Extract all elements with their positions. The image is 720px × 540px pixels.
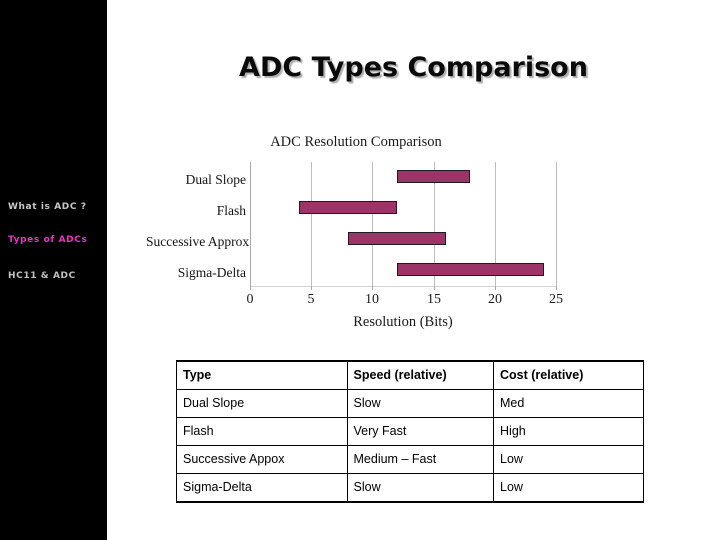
table-header-type: Type xyxy=(176,360,348,390)
adc-resolution-chart: ADC Resolution Comparison Dual Slope Fla… xyxy=(146,130,590,335)
bar-successive-approx xyxy=(348,232,446,245)
chart-category-label-dual-slope: Dual Slope xyxy=(185,172,246,187)
plot-area: 0 5 10 15 20 25 Resolution (Bits) xyxy=(247,162,563,330)
xtick-label-10: 10 xyxy=(365,292,379,307)
gridline-25 xyxy=(556,162,557,286)
bar-flash xyxy=(299,201,397,214)
x-axis-title: Resolution (Bits) xyxy=(353,314,453,330)
xtick-20 xyxy=(495,286,496,290)
cell-speed: Very Fast xyxy=(346,417,495,446)
gridline-5 xyxy=(311,162,312,286)
cell-speed: Slow xyxy=(346,473,495,503)
xtick-label-0: 0 xyxy=(246,292,254,307)
table-row: Successive Appox Medium – Fast Low xyxy=(176,445,644,474)
xtick-10 xyxy=(372,286,373,290)
xtick-label-15: 15 xyxy=(427,292,441,307)
xtick-25 xyxy=(556,286,557,290)
table-header-row: Type Speed (relative) Cost (relative) xyxy=(176,360,644,390)
cell-speed: Slow xyxy=(346,389,495,418)
sidebar-item-what-is-adc[interactable]: What is ADC ? xyxy=(8,202,87,212)
sidebar: What is ADC ? Types of ADCs HC11 & ADC xyxy=(0,0,107,540)
gridline-10 xyxy=(372,162,373,286)
cell-cost: Low xyxy=(493,445,644,474)
slide-canvas: What is ADC ? Types of ADCs HC11 & ADC A… xyxy=(0,0,720,540)
page-title: ADC Types Comparison xyxy=(239,52,588,83)
gridline-0 xyxy=(250,162,251,286)
table-header-speed: Speed (relative) xyxy=(346,360,495,390)
chart-category-label-successive-approx: Successive Approx xyxy=(146,234,250,249)
cell-cost: High xyxy=(493,417,644,446)
xtick-0 xyxy=(250,286,251,290)
xtick-5 xyxy=(311,286,312,290)
axis-baseline xyxy=(250,286,556,287)
cell-type: Flash xyxy=(176,417,348,446)
cell-cost: Low xyxy=(493,473,644,503)
sidebar-item-hc11-and-adc[interactable]: HC11 & ADC xyxy=(8,271,76,281)
bar-dual-slope xyxy=(397,170,470,183)
cell-cost: Med xyxy=(493,389,644,418)
xtick-label-25: 25 xyxy=(549,292,563,307)
table-row: Sigma-Delta Slow Low xyxy=(176,473,644,503)
table-row: Dual Slope Slow Med xyxy=(176,389,644,418)
table-header-cost: Cost (relative) xyxy=(493,360,644,390)
bar-sigma-delta xyxy=(397,263,544,276)
adc-comparison-table: Type Speed (relative) Cost (relative) Du… xyxy=(176,360,644,503)
cell-speed: Medium – Fast xyxy=(346,445,495,474)
table-row: Flash Very Fast High xyxy=(176,417,644,446)
chart-title: ADC Resolution Comparison xyxy=(270,134,442,150)
cell-type: Sigma-Delta xyxy=(176,473,348,503)
cell-type: Successive Appox xyxy=(176,445,348,474)
chart-category-label-flash: Flash xyxy=(216,203,246,218)
xtick-label-5: 5 xyxy=(307,292,315,307)
cell-type: Dual Slope xyxy=(176,389,348,418)
sidebar-item-types-of-adcs[interactable]: Types of ADCs xyxy=(8,235,87,245)
chart-category-label-sigma-delta: Sigma-Delta xyxy=(177,265,246,280)
xtick-label-20: 20 xyxy=(488,292,502,307)
xtick-15 xyxy=(434,286,435,290)
